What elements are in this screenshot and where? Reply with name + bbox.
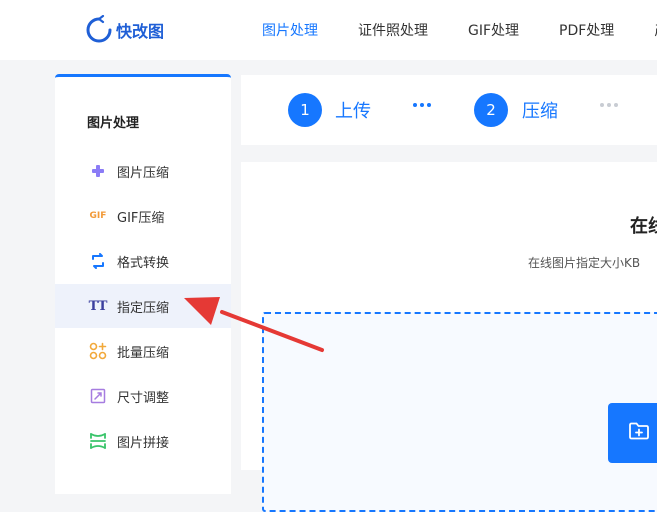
step-2-label: 压缩 xyxy=(522,101,558,122)
batch-icon xyxy=(89,342,107,360)
upload-dropzone[interactable] xyxy=(262,312,657,512)
step-dots-gray-icon xyxy=(600,103,621,107)
logo[interactable]: 快改图 xyxy=(84,14,164,46)
step-2-circle: 2 xyxy=(474,93,508,127)
page-title: 在线 xyxy=(630,216,657,237)
nav-item-id-photo[interactable]: 证件照处理 xyxy=(358,20,428,40)
compress-plus-icon xyxy=(89,162,107,180)
main-nav: 图片处理 证件照处理 GIF处理 PDF处理 产 xyxy=(262,0,657,60)
nav-item-pdf[interactable]: PDF处理 xyxy=(559,20,614,40)
nav-item-gif[interactable]: GIF处理 xyxy=(468,20,519,40)
step-1-label: 上传 xyxy=(335,101,371,122)
stitch-icon xyxy=(89,432,107,450)
resize-icon xyxy=(89,387,107,405)
sidebar-item-label: 批量压缩 xyxy=(117,345,170,361)
nav-item-image-processing[interactable]: 图片处理 xyxy=(262,20,318,40)
sidebar-title: 图片处理 xyxy=(87,116,140,131)
sidebar-item-gif-compress[interactable]: GIF GIF压缩 xyxy=(55,194,231,238)
folder-plus-icon xyxy=(629,422,649,444)
steps-bar: 1 上传 2 压缩 xyxy=(241,75,657,145)
sidebar-item-label: 图片拼接 xyxy=(117,435,170,451)
step-dots-icon xyxy=(413,103,434,107)
logo-mark-icon xyxy=(84,14,114,45)
text-size-icon: TT xyxy=(88,297,108,315)
sidebar-item-stitch[interactable]: 图片拼接 xyxy=(55,419,231,463)
sidebar-item-format-convert[interactable]: 格式转换 xyxy=(55,239,231,283)
upload-button[interactable] xyxy=(608,403,657,463)
sidebar-item-batch-compress[interactable]: 批量压缩 xyxy=(55,329,231,373)
text-size-icon-text: TT xyxy=(88,298,108,314)
sidebar-item-label: 尺寸调整 xyxy=(117,390,170,406)
page-subtitle: 在线图片指定大小KB xyxy=(528,256,641,270)
sidebar-item-label: 指定压缩 xyxy=(117,300,170,316)
gif-icon: GIF xyxy=(89,207,107,225)
step-1-circle: 1 xyxy=(288,93,322,127)
gif-icon-text: GIF xyxy=(89,211,107,221)
sidebar: 图片处理 图片压缩 GIF GIF压缩 格式转换 TT 指定压缩 批量压缩 尺寸… xyxy=(55,74,231,494)
logo-text: 快改图 xyxy=(116,22,165,41)
main-content: 在线 在线图片指定大小KB xyxy=(241,162,657,512)
sidebar-item-image-compress[interactable]: 图片压缩 xyxy=(55,149,231,193)
sidebar-item-label: GIF压缩 xyxy=(117,210,165,226)
sidebar-item-label: 格式转换 xyxy=(117,255,170,271)
sidebar-item-label: 图片压缩 xyxy=(117,165,170,181)
top-header: 快改图 图片处理 证件照处理 GIF处理 PDF处理 产 xyxy=(0,0,657,60)
sidebar-item-specified-compress[interactable]: TT 指定压缩 xyxy=(55,284,231,328)
convert-icon xyxy=(89,252,107,270)
sidebar-item-resize[interactable]: 尺寸调整 xyxy=(55,374,231,418)
